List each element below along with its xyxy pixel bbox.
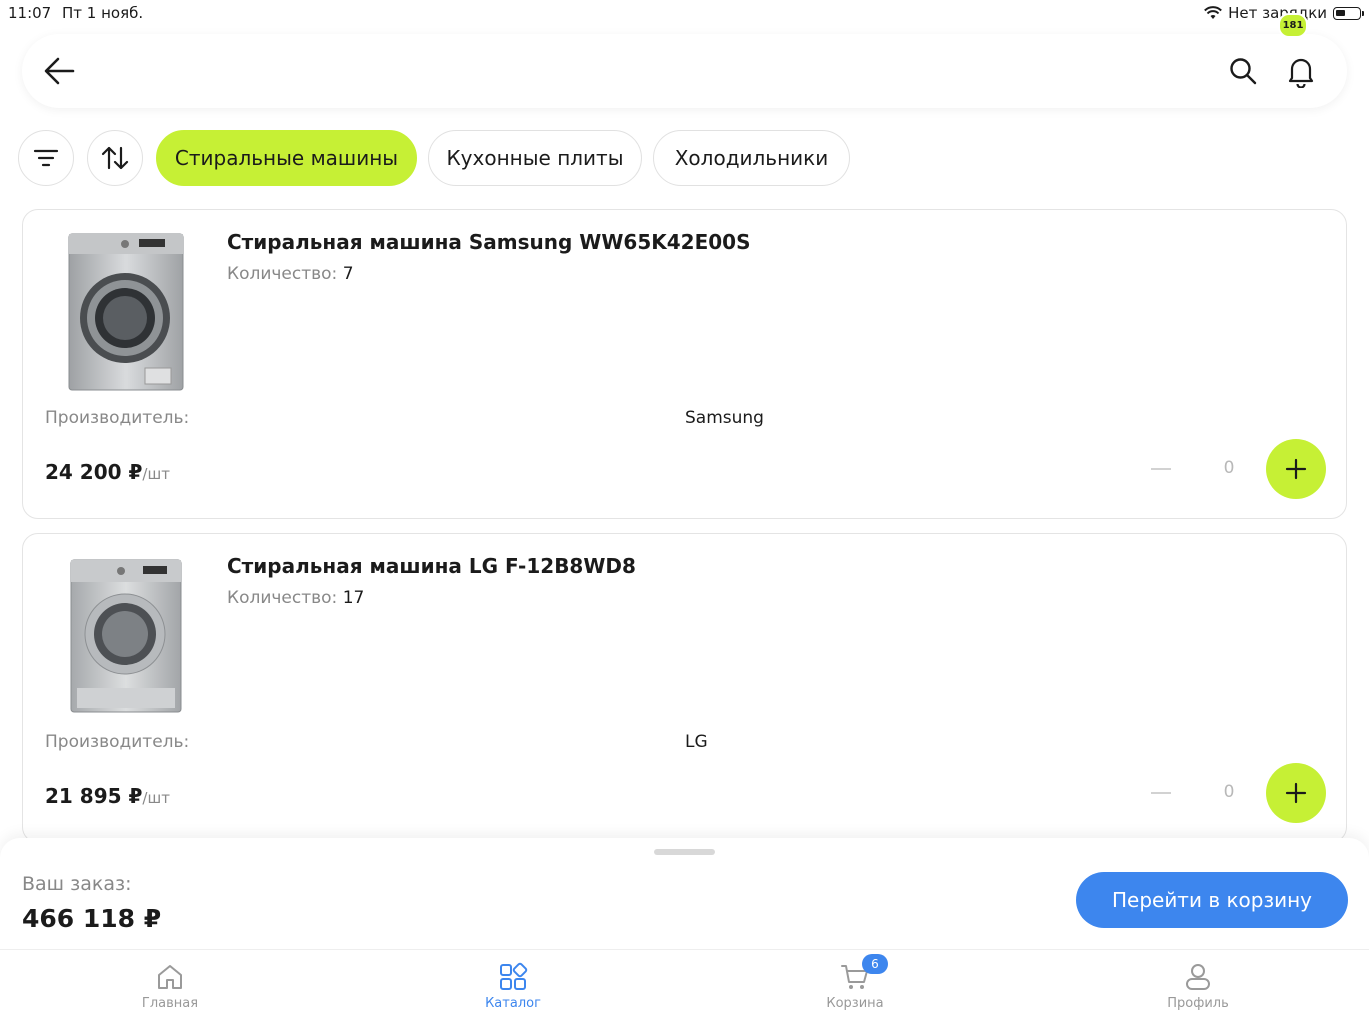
order-total: 466 118 ₽ [22, 904, 162, 933]
product-title[interactable]: Стиральная машина LG F-12B8WD8 [227, 554, 636, 578]
profile-icon [1186, 964, 1210, 990]
product-image [70, 559, 182, 713]
notification-badge: 181 [1278, 13, 1308, 38]
search-icon[interactable] [1228, 56, 1258, 86]
chip-refrigerators[interactable]: Холодильники [653, 130, 850, 186]
go-to-cart-button[interactable]: Перейти в корзину [1076, 872, 1348, 928]
cart-count: 0 [1223, 458, 1235, 478]
product-quantity: Количество: 7 [227, 264, 354, 284]
manufacturer-label: Производитель: [45, 732, 190, 752]
catalog-icon [500, 962, 528, 990]
tab-cart[interactable]: Корзина [795, 962, 915, 1011]
back-arrow-icon[interactable] [42, 55, 76, 87]
chip-washing-machines[interactable]: Стиральные машины [156, 130, 417, 186]
status-bar: 11:07 Пт 1 нояб. Нет зарядки [0, 0, 1369, 28]
product-title[interactable]: Стиральная машина Samsung WW65K42E00S [227, 230, 750, 254]
price-unit: /шт [142, 465, 170, 483]
increase-button[interactable] [1266, 763, 1326, 823]
decrease-button[interactable] [1151, 468, 1171, 470]
tab-label: Профиль [1167, 996, 1229, 1011]
product-quantity: Количество: 17 [227, 588, 364, 608]
sheet-handle[interactable] [654, 849, 715, 855]
sort-icon [101, 146, 129, 170]
decrease-button[interactable] [1151, 792, 1171, 794]
product-image [68, 233, 184, 391]
filter-icon [33, 149, 59, 167]
product-card[interactable]: Стиральная машина Samsung WW65K42E00S Ко… [22, 209, 1347, 519]
wifi-icon [1204, 6, 1223, 19]
price-value: 24 200 ₽ [45, 460, 143, 484]
top-bar [22, 34, 1347, 108]
tab-catalog[interactable]: Каталог [453, 962, 573, 1011]
manufacturer-label: Производитель: [45, 408, 190, 428]
tab-label: Каталог [485, 996, 541, 1011]
plus-icon [1285, 458, 1307, 480]
chip-cooking-stoves[interactable]: Кухонные плиты [428, 130, 642, 186]
price-unit: /шт [142, 789, 170, 807]
price-value: 21 895 ₽ [45, 784, 143, 808]
increase-button[interactable] [1266, 439, 1326, 499]
quantity-value: 7 [342, 264, 354, 284]
status-date: Пт 1 нояб. [62, 4, 144, 22]
filter-button[interactable] [18, 130, 74, 186]
tab-label: Корзина [826, 996, 884, 1011]
manufacturer-value: LG [685, 732, 708, 752]
quantity-value: 17 [342, 588, 365, 608]
home-icon [158, 965, 182, 989]
charging-status: Нет зарядки [1228, 4, 1327, 22]
product-price: 21 895 ₽/шт [45, 784, 170, 808]
tab-label: Главная [141, 996, 199, 1011]
tab-home[interactable]: Главная [110, 962, 230, 1011]
sort-button[interactable] [87, 130, 143, 186]
order-label: Ваш заказ: [22, 873, 132, 895]
battery-icon [1333, 6, 1364, 20]
product-card[interactable]: Стиральная машина LG F-12B8WD8 Количеств… [22, 533, 1347, 843]
product-price: 24 200 ₽/шт [45, 460, 170, 484]
tab-bar: Главная Каталог Корзина Профиль [0, 949, 1369, 1028]
order-summary-sheet: Ваш заказ: 466 118 ₽ Перейти в корзину [0, 838, 1369, 949]
cart-badge: 6 [862, 954, 888, 974]
bell-icon[interactable] [1284, 54, 1318, 88]
plus-icon [1285, 782, 1307, 804]
status-time: 11:07 [8, 4, 52, 22]
quantity-label: Количество: [227, 264, 338, 284]
manufacturer-value: Samsung [685, 408, 764, 428]
quantity-label: Количество: [227, 588, 338, 608]
tab-profile[interactable]: Профиль [1138, 962, 1258, 1011]
cart-count: 0 [1223, 782, 1235, 802]
